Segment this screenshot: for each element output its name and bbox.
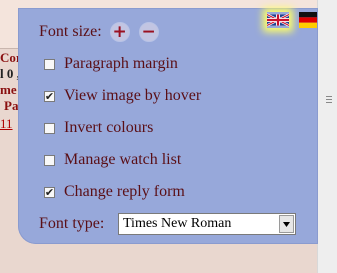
settings-panel: Font size: + − Paragraph margin ✔ View i… <box>18 8 318 244</box>
invert-colours-checkbox[interactable] <box>44 122 55 134</box>
option-label: Invert colours <box>64 119 154 136</box>
option-label: Paragraph margin <box>64 55 178 72</box>
font-type-value: Times New Roman <box>123 216 232 231</box>
option-change-reply-form[interactable]: ✔ Change reply form <box>18 181 185 203</box>
manage-watch-list-checkbox[interactable] <box>44 154 55 166</box>
option-manage-watch-list[interactable]: Manage watch list <box>18 149 181 171</box>
view-image-by-hover-checkbox[interactable]: ✔ <box>44 90 55 102</box>
decrease-font-button[interactable]: − <box>138 22 159 42</box>
background-text: me <box>0 82 17 97</box>
option-invert-colours[interactable]: Invert colours <box>18 117 153 139</box>
option-label: Manage watch list <box>64 151 182 168</box>
scrollbar[interactable] <box>317 0 337 273</box>
font-type-row: Font type: <box>39 213 104 235</box>
chevron-down-icon[interactable] <box>279 215 294 233</box>
option-view-image-by-hover[interactable]: ✔ View image by hover <box>18 85 201 107</box>
option-paragraph-margin[interactable]: Paragraph margin <box>18 53 178 75</box>
background-text: l 0 , <box>0 66 20 81</box>
option-label: Change reply form <box>64 183 185 200</box>
background-text: Pa <box>4 98 19 113</box>
paragraph-margin-checkbox[interactable] <box>44 58 55 70</box>
background-link[interactable]: 11 <box>0 116 13 132</box>
uk-flag-icon[interactable] <box>267 12 289 28</box>
scrollbar-grip[interactable] <box>326 96 332 107</box>
option-label: View image by hover <box>64 87 202 104</box>
font-type-label: Font type: <box>39 215 105 232</box>
font-size-label: Font size: <box>39 23 102 40</box>
change-reply-form-checkbox[interactable]: ✔ <box>44 186 55 198</box>
german-flag-icon[interactable] <box>299 12 317 28</box>
increase-font-button[interactable]: + <box>109 22 130 42</box>
font-size-row: Font size: + − <box>39 21 159 43</box>
font-type-select[interactable]: Times New Roman <box>118 213 296 235</box>
